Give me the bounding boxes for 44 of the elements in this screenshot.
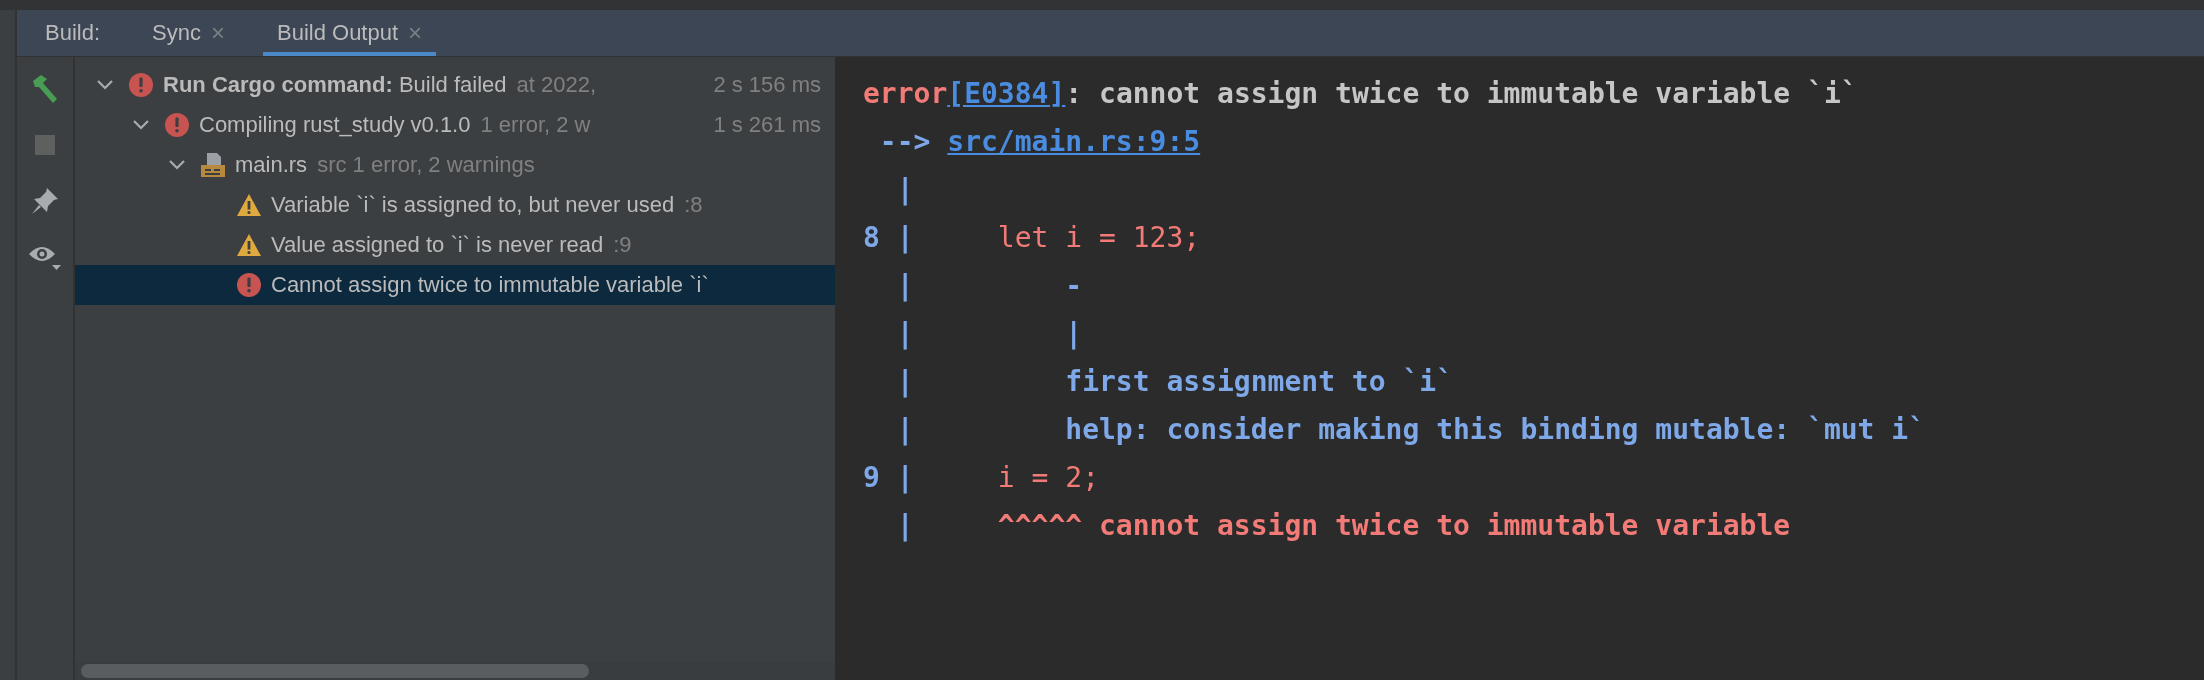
tool-window-title: Build:: [45, 20, 101, 46]
tree-row[interactable]: Value assigned to `i` is never read :9: [75, 225, 835, 265]
console-text: : cannot assign twice to immutable variable `i`: [1065, 76, 1858, 110]
console-text: first assignment to `i`: [1064, 364, 1453, 398]
scrollbar-thumb[interactable]: [81, 664, 589, 678]
tree-detail: at 2022,: [516, 72, 597, 98]
console-text: |: [895, 508, 914, 542]
tree-row[interactable]: Compiling rust_study v0.1.0 1 error, 2 w 1 s 261 ms: [75, 105, 835, 145]
console-text: -: [1064, 268, 1083, 302]
tree-label: Run Cargo command: Build failed: [163, 72, 507, 98]
rust-file-icon: [199, 151, 227, 179]
tab[interactable]: Sync ×: [138, 10, 239, 56]
tree-label: Variable `i` is assigned to, but never used: [271, 192, 675, 218]
error-icon: [235, 271, 263, 299]
tree-row[interactable]: Variable `i` is assigned to, but never used :8: [75, 185, 835, 225]
error-icon: [127, 71, 155, 99]
console-text: |: [895, 268, 914, 302]
tree-label: Value assigned to `i` is never read: [271, 232, 604, 258]
console-text: let i = 123;: [996, 220, 1201, 254]
console-text: |: [895, 172, 914, 206]
console-link[interactable]: src/main.rs:9:5: [947, 124, 1201, 158]
console-text: |: [1064, 316, 1083, 350]
console-text: i = 2;: [996, 460, 1099, 494]
console-text: |: [895, 412, 914, 446]
console-text: help: consider making this binding mutable: `mut i`: [1064, 412, 1926, 446]
console-text: |: [895, 316, 914, 350]
console-text: 8 |: [863, 220, 914, 254]
error-icon: [163, 111, 191, 139]
tree-detail: :9: [613, 232, 632, 258]
console-text: 9 |: [863, 460, 914, 494]
console-text: -->: [878, 124, 932, 158]
tree-label: Compiling rust_study v0.1.0: [199, 112, 471, 138]
console-link[interactable]: [E0384]: [947, 76, 1066, 110]
tree-row[interactable]: Cannot assign twice to immutable variable `i`: [75, 265, 835, 305]
console-text: ^^^^^ cannot assign twice to immutable variable: [996, 508, 1791, 542]
console-text: error: [863, 76, 948, 110]
tree-row[interactable]: main.rs src 1 error, 2 warnings: [75, 145, 835, 185]
console-text: |: [895, 364, 914, 398]
tree-label: Cannot assign twice to immutable variable `i`: [271, 272, 709, 298]
tree-detail: 1 error, 2 w: [480, 112, 591, 138]
tree-detail: src 1 error, 2 warnings: [317, 152, 535, 178]
tree-label: main.rs: [235, 152, 308, 178]
tree-row[interactable]: Run Cargo command: Build failed at 2022, 2 s 156 ms: [75, 65, 835, 105]
tree-detail: :8: [684, 192, 703, 218]
